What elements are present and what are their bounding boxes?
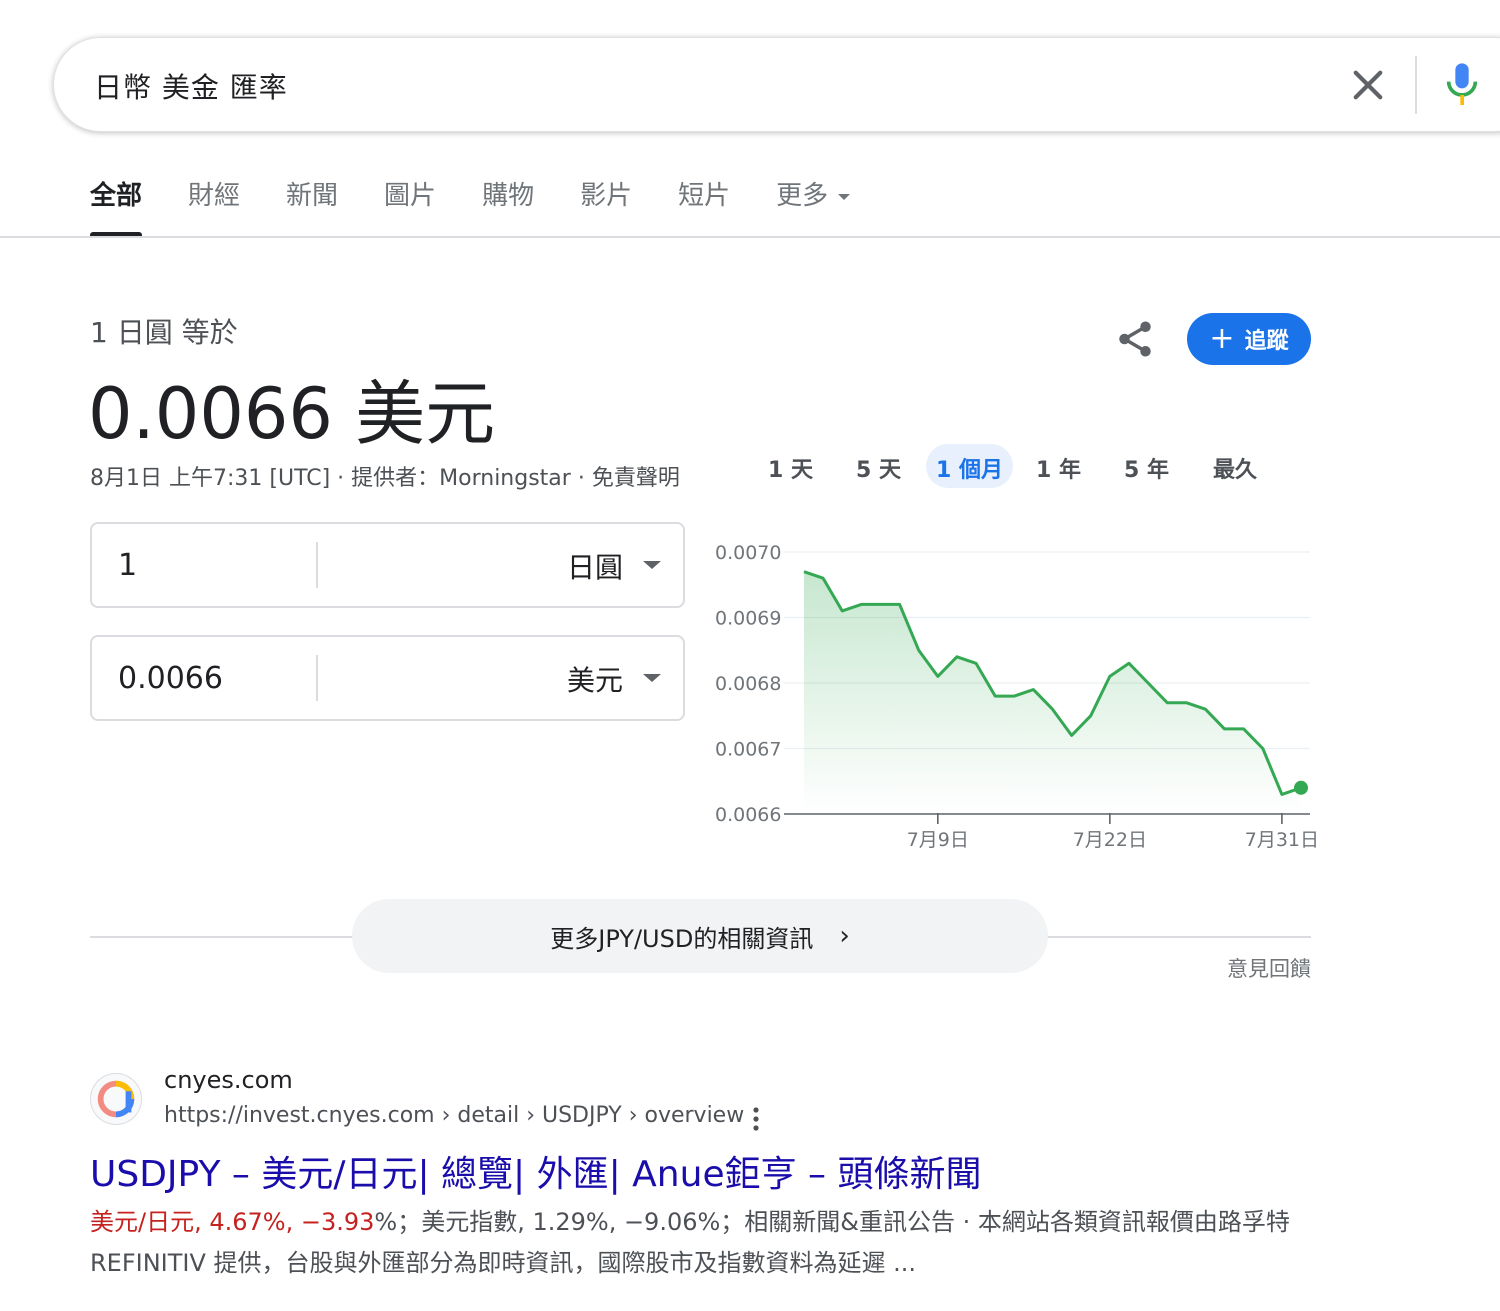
search-divider bbox=[1415, 56, 1417, 114]
rate-value: 0.0066 美元 bbox=[88, 373, 496, 455]
chevron-right-icon: › bbox=[839, 921, 850, 951]
y-tick-label: 0.0069 bbox=[715, 608, 781, 630]
separator-dot: · bbox=[570, 466, 592, 491]
tab-shopping[interactable]: 購物 bbox=[482, 175, 534, 237]
dropdown-arrow-icon bbox=[643, 674, 661, 682]
x-tick-label: 7月22日 bbox=[1073, 829, 1147, 851]
timestamp: 8月1日 上午7:31 [UTC] bbox=[90, 466, 331, 491]
tab-more[interactable]: 更多 bbox=[776, 175, 851, 237]
rate-meta: 8月1日 上午7:31 [UTC] · 提供者：Morningstar · 免責… bbox=[90, 460, 680, 492]
range-5d[interactable]: 5 天 bbox=[846, 444, 911, 488]
follow-button[interactable]: + 追蹤 bbox=[1187, 313, 1311, 365]
more-info-label: 更多JPY/USD的相關資訊 bbox=[550, 924, 814, 953]
search-tabs: 全部 財經 新聞 圖片 購物 影片 短片 更多 bbox=[90, 175, 896, 237]
tab-shorts[interactable]: 短片 bbox=[678, 175, 730, 237]
more-info-button[interactable]: 更多JPY/USD的相關資訊 › bbox=[352, 899, 1048, 973]
tab-news[interactable]: 新聞 bbox=[286, 175, 338, 237]
tab-more-label: 更多 bbox=[776, 181, 829, 211]
tabs-divider bbox=[0, 236, 1500, 238]
disclaimer-link[interactable]: 免責聲明 bbox=[592, 466, 680, 491]
plus-icon: + bbox=[1209, 321, 1235, 356]
feedback-link[interactable]: 意見回饋 bbox=[1227, 953, 1311, 983]
result-title-link[interactable]: USDJPY – 美元/日元| 總覽| 外匯| Anue鉅亨 – 頭條新聞 bbox=[90, 1145, 981, 1197]
from-currency-label: 日圓 bbox=[566, 551, 623, 584]
tab-finance[interactable]: 財經 bbox=[188, 175, 240, 237]
y-tick-label: 0.0070 bbox=[715, 542, 781, 564]
chart-area-fill bbox=[804, 571, 1301, 814]
x-tick-label: 7月9日 bbox=[907, 829, 969, 851]
from-currency-select[interactable] bbox=[318, 524, 683, 606]
y-tick-label: 0.0066 bbox=[715, 804, 781, 826]
tab-all[interactable]: 全部 bbox=[90, 175, 143, 237]
y-tick-label: 0.0067 bbox=[715, 739, 781, 761]
share-icon[interactable] bbox=[1114, 318, 1156, 360]
to-currency-label: 美元 bbox=[566, 664, 623, 697]
separator-dot: · bbox=[330, 466, 352, 491]
to-currency-box: 美元 bbox=[90, 635, 685, 721]
tab-images[interactable]: 圖片 bbox=[384, 175, 436, 237]
from-amount-input[interactable] bbox=[118, 548, 308, 583]
to-currency-select[interactable] bbox=[318, 637, 683, 719]
result-url[interactable]: https://invest.cnyes.com › detail › USDJ… bbox=[164, 1103, 744, 1128]
y-tick-label: 0.0068 bbox=[715, 673, 781, 695]
to-amount-input[interactable] bbox=[118, 661, 308, 696]
provider: 提供者：Morningstar bbox=[351, 466, 571, 491]
range-1y[interactable]: 1 年 bbox=[1026, 444, 1091, 488]
result-site-name[interactable]: cnyes.com bbox=[164, 1066, 293, 1094]
latest-point bbox=[1294, 780, 1308, 795]
result-snippet: 美元/日元, 4.67%, −3.93%；美元指數, 1.29%, −9.06%… bbox=[90, 1202, 1320, 1284]
more-info-rule bbox=[90, 936, 356, 938]
range-5y[interactable]: 5 年 bbox=[1114, 444, 1179, 488]
x-tick-label: 7月31日 bbox=[1245, 829, 1319, 851]
search-bar[interactable]: 日幣 美金 匯率 bbox=[53, 37, 1500, 132]
range-1d[interactable]: 1 天 bbox=[758, 444, 823, 488]
microphone-icon[interactable] bbox=[1442, 60, 1482, 110]
more-options-icon[interactable] bbox=[745, 1105, 767, 1133]
more-info-rule bbox=[1044, 936, 1311, 938]
exchange-rate-chart[interactable]: 0.0070 0.0069 0.0068 0.0067 0.0066 7月9日 7月22日… bbox=[700, 530, 1330, 860]
dropdown-arrow-icon bbox=[643, 561, 661, 569]
range-1m[interactable]: 1 個月 bbox=[926, 444, 1013, 488]
equals-label: 1 日圓 等於 bbox=[90, 316, 238, 349]
from-currency-box: 日圓 bbox=[90, 522, 685, 608]
cnyes-favicon[interactable] bbox=[90, 1073, 142, 1125]
follow-label: 追蹤 bbox=[1244, 329, 1289, 354]
range-max[interactable]: 最久 bbox=[1203, 444, 1267, 488]
snippet-highlight: 美元/日元, 4.67%, −3.93 bbox=[90, 1208, 375, 1236]
tab-videos[interactable]: 影片 bbox=[580, 175, 632, 237]
search-input[interactable]: 日幣 美金 匯率 bbox=[94, 66, 288, 106]
close-icon[interactable] bbox=[1347, 64, 1389, 106]
chevron-down-icon bbox=[838, 193, 851, 200]
